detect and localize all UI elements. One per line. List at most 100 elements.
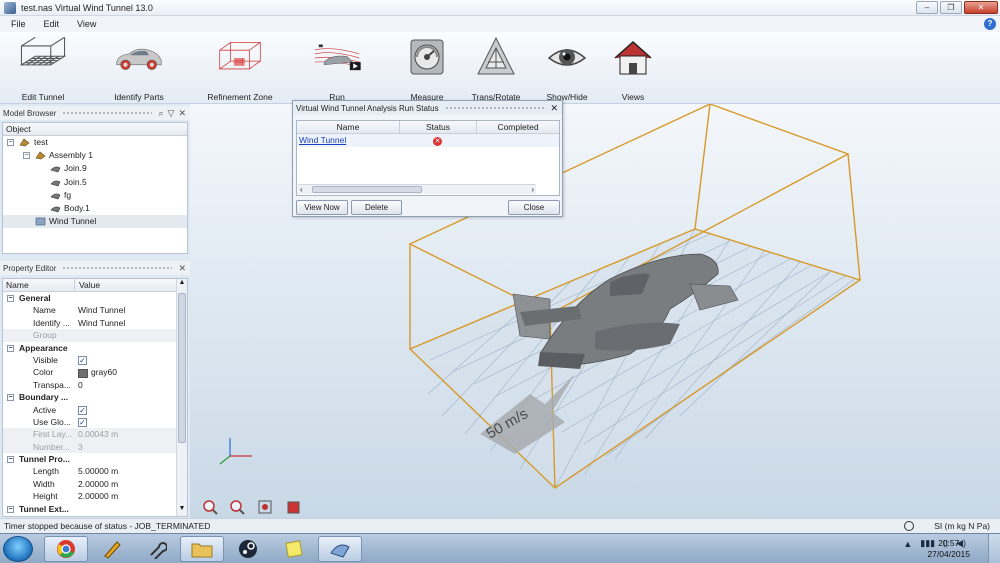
app-taskbar-button[interactable] [90,536,134,562]
tree-label: Join.5 [64,176,87,187]
edit-tunnel-label: Edit Tunnel [21,92,65,102]
dialog-grip[interactable] [444,106,545,110]
tree-item-fg[interactable]: fg [3,189,187,202]
property-row[interactable]: Active ✓ [3,404,187,416]
category-tunnel-properties[interactable]: − Tunnel Pro... [3,453,187,465]
close-dialog-icon[interactable]: ✕ [550,103,558,114]
maximize-button[interactable]: ❐ [940,1,962,14]
property-row[interactable]: Height 2.00000 m [3,490,187,502]
property-row[interactable]: Identify ... Wind Tunnel [3,317,187,329]
chrome-taskbar-button[interactable] [44,536,88,562]
zoom-in-icon[interactable] [202,499,218,515]
property-value[interactable]: 2.00000 m [78,490,118,502]
units-label[interactable]: SI (m kg N Pa) [934,519,990,533]
tree-label: fg [64,189,72,200]
start-button[interactable] [3,536,33,562]
show-desktop-button[interactable] [988,534,1000,563]
property-value[interactable]: 5.00000 m [78,465,118,477]
edit-tunnel-button[interactable]: Edit Tunnel [0,36,88,102]
property-row: Number... 3 [3,440,187,454]
minimize-button[interactable]: – [916,1,938,14]
crosshair-icon[interactable] [904,521,914,531]
menu-file[interactable]: File [2,19,35,29]
scroll-up-icon[interactable]: ▲ [177,279,187,290]
category-general[interactable]: − General [3,292,187,304]
category-boundary[interactable]: − Boundary ... [3,391,187,403]
property-scrollbar[interactable]: ▲ ▼ [176,279,187,516]
steam-taskbar-button[interactable] [226,536,270,562]
collapse-icon[interactable]: − [7,344,14,352]
close-panel-icon[interactable]: ✕ [178,108,186,119]
horizontal-scrollbar[interactable]: ‹ › [298,184,536,194]
views-button[interactable]: Views [588,36,678,102]
clock-date: 27/04/2015 [927,549,970,559]
panel-grip[interactable] [62,266,173,270]
collapse-icon[interactable]: − [7,456,14,464]
clock-time: 20:57 [938,538,960,548]
property-row[interactable]: Color gray60 [3,366,187,378]
scroll-left-icon[interactable]: ‹ [300,185,303,194]
property-name: Name [33,305,56,316]
property-row[interactable]: Visible ✓ [3,354,187,366]
select-box-icon[interactable] [285,499,301,515]
color-swatch[interactable] [78,368,88,378]
help-icon[interactable]: ? [984,18,996,30]
collapse-icon[interactable]: − [7,139,14,146]
search-icon[interactable]: ⌕ [158,108,163,119]
panel-grip[interactable] [62,111,153,115]
refinement-box-icon [215,36,265,80]
run-button[interactable]: Run [292,36,382,102]
axis-triad [219,438,252,465]
tree-item-wind-tunnel[interactable]: Wind Tunnel [3,215,187,229]
tree-item-join5[interactable]: Join.5 [3,176,187,189]
scroll-right-icon[interactable]: › [531,185,534,194]
notes-taskbar-button[interactable] [272,536,316,562]
category-tunnel-extents[interactable]: − Tunnel Ext... [3,503,187,515]
category-appearance[interactable]: − Appearance [3,342,187,354]
property-row[interactable]: Transpa... 0 [3,379,187,391]
active-checkbox[interactable]: ✓ [78,405,87,415]
explorer-taskbar-button[interactable] [180,536,224,562]
property-row[interactable]: Use Glo... ✓ [3,416,187,428]
delete-button[interactable]: Delete [351,200,402,215]
tray-expand-icon[interactable]: ▲ [903,539,912,549]
visible-checkbox[interactable]: ✓ [78,356,87,366]
scroll-down-icon[interactable]: ▼ [177,505,187,516]
tree-item-test[interactable]: − test [3,136,187,149]
close-panel-icon[interactable]: ✕ [178,263,186,274]
property-row[interactable]: Length 5.00000 m [3,465,187,477]
property-row[interactable]: Width 2.00000 m [3,478,187,490]
tree-item-body1[interactable]: Body.1 [3,202,187,215]
tree-item-assembly[interactable]: − Assembly 1 [3,149,187,162]
collapse-icon[interactable]: − [7,505,14,513]
collapse-icon[interactable]: − [7,394,14,402]
clock[interactable]: 20:57 27/04/2015 [927,538,970,560]
view-now-button[interactable]: View Now [296,200,348,215]
refinement-zone-button[interactable]: Refinement Zone [195,36,285,102]
property-value[interactable]: Wind Tunnel [78,317,125,329]
zoom-out-icon[interactable] [229,499,245,515]
property-row[interactable]: Name Wind Tunnel [3,304,187,316]
tree-item-join9[interactable]: Join.9 [3,162,187,175]
property-value[interactable]: 2.00000 m [78,478,118,490]
use-global-checkbox[interactable]: ✓ [78,418,87,428]
close-window-button[interactable]: ✕ [964,1,998,14]
property-grid-header: Name Value [3,279,187,292]
dialog-titlebar[interactable]: Virtual Wind Tunnel Analysis Run Status … [293,101,562,115]
collapse-icon[interactable]: − [23,152,30,160]
collapse-icon[interactable]: − [7,295,14,302]
menu-view[interactable]: View [68,19,105,29]
identify-parts-button[interactable]: Identify Parts [94,36,184,102]
wind-tunnel-taskbar-button[interactable] [318,536,362,562]
property-value[interactable]: 0 [78,379,83,391]
close-button[interactable]: Close [508,200,560,215]
menu-edit[interactable]: Edit [35,19,69,29]
run-name-link[interactable]: Wind Tunnel [297,134,399,147]
table-row[interactable]: Wind Tunnel ✕ [297,134,559,147]
filter-icon[interactable]: ▽ [168,108,175,119]
scroll-thumb[interactable] [312,186,422,193]
property-value[interactable]: Wind Tunnel [78,304,125,316]
tool-taskbar-button[interactable] [135,536,179,562]
fit-view-icon[interactable] [257,499,273,515]
scroll-thumb[interactable] [178,293,186,443]
